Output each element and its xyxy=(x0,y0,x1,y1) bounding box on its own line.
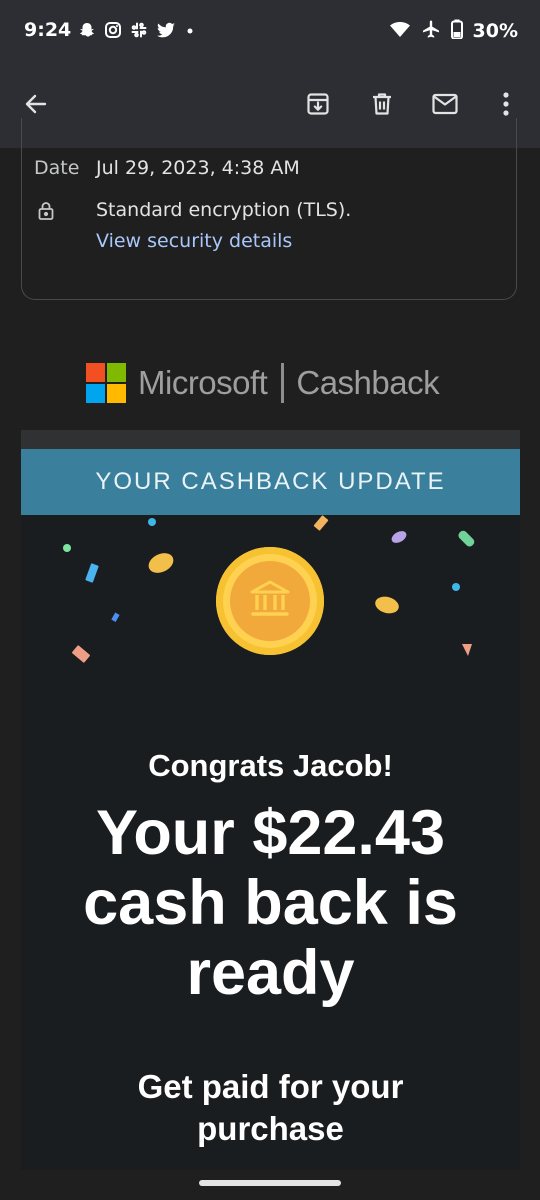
dot-icon xyxy=(184,21,196,43)
headline-line: ready xyxy=(186,938,355,1008)
cashback-coin-icon xyxy=(216,547,324,655)
brand-header: Microsoft Cashback xyxy=(86,362,440,404)
system-icons: 30% xyxy=(389,19,518,43)
wifi-icon xyxy=(389,20,411,42)
snapchat-icon xyxy=(78,21,96,43)
slack-icon xyxy=(130,21,148,43)
archive-icon xyxy=(305,91,331,121)
delete-icon xyxy=(369,91,395,121)
brand-divider xyxy=(281,363,285,403)
instagram-icon xyxy=(104,21,122,43)
mail-icon xyxy=(431,92,459,120)
subheadline-line: purchase xyxy=(197,1110,344,1147)
brand-company: Microsoft xyxy=(138,364,268,401)
subheadline-line: Get paid for your xyxy=(137,1068,404,1105)
cashback-banner: YOUR CASHBACK UPDATE xyxy=(21,449,520,515)
gesture-nav-bar[interactable] xyxy=(199,1180,341,1186)
date-value: Jul 29, 2023, 4:38 AM xyxy=(96,157,300,179)
subheadline: Get paid for your purchase xyxy=(21,1066,520,1150)
status-bar: 9:24 30% xyxy=(0,0,540,64)
encryption-text: Standard encryption (TLS). xyxy=(96,199,352,221)
more-vert-icon xyxy=(501,91,511,121)
headline-line: Your $22.43 xyxy=(95,798,446,868)
brand-product: Cashback xyxy=(296,364,440,401)
battery-percent: 30% xyxy=(472,20,518,42)
view-security-details-link[interactable]: View security details xyxy=(96,230,292,252)
notification-icons xyxy=(78,21,196,43)
email-top-strip xyxy=(21,430,520,449)
greeting-text: Congrats Jacob! xyxy=(148,748,393,783)
battery-icon xyxy=(450,19,463,43)
date-label: Date xyxy=(34,157,80,179)
status-time: 9:24 xyxy=(24,19,72,41)
airplane-icon xyxy=(421,19,441,43)
twitter-icon xyxy=(156,21,176,43)
back-arrow-icon xyxy=(23,91,49,121)
microsoft-logo xyxy=(86,363,126,403)
headline-line: cash back is xyxy=(83,868,458,938)
lock-icon xyxy=(37,201,55,225)
cashback-headline: Your $22.43 cash back is ready xyxy=(21,798,520,1008)
bank-icon xyxy=(250,580,290,616)
